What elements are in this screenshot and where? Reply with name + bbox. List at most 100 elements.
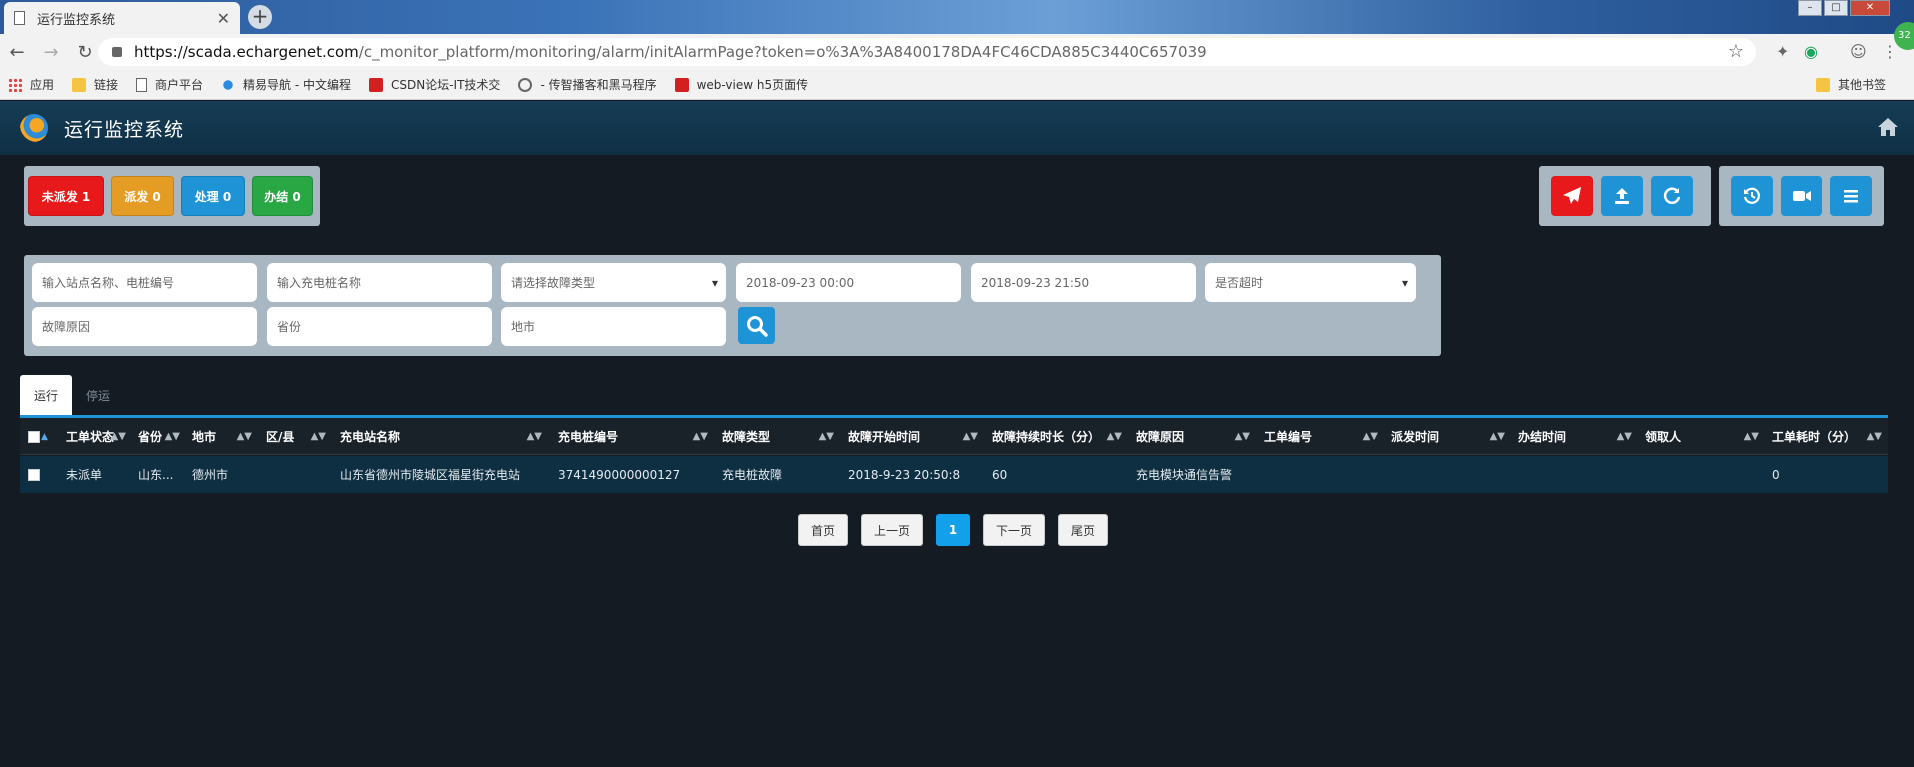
back-icon[interactable]: ← [0,42,34,63]
video-camera-icon [1792,191,1811,201]
apps-grid-icon [8,77,22,92]
cell-status: 未派单 [66,468,103,482]
profile-badge[interactable]: 32 [1894,22,1914,50]
fault-reason-input[interactable]: 故障原因 [32,307,257,346]
app-logo-icon [20,114,48,142]
window-controls: – □ ✕ [1798,0,1890,16]
cell-station: 山东省德州市陵城区福星街充电站 [340,468,521,482]
row-checkbox[interactable] [28,456,40,493]
close-tab-icon[interactable]: ✕ [217,9,230,28]
cell-cost: 0 [1772,467,1780,482]
first-page-button[interactable]: 首页 [798,514,849,546]
bookmark-webview[interactable]: web-view h5页面传 [674,76,808,93]
app-header: 运行监控系统 [0,101,1914,155]
column-header[interactable]: 派发时间 ▲▼ [1391,418,1505,455]
pagination: 首页 上一页 1 下一页 尾页 [798,514,1109,546]
search-button[interactable] [738,307,775,344]
bookmark-links[interactable]: 链接 [72,76,118,93]
column-header[interactable]: 故障类型 ▲▼ [722,418,834,455]
tab-running[interactable]: 运行 [20,375,73,415]
sort-icon: ▲▼ [164,431,180,442]
column-header[interactable]: 地市 ▲▼ [192,418,252,455]
end-time-input[interactable]: 2018-09-23 21:50 [971,263,1196,302]
cell-duration: 60 [992,467,1008,482]
forward-icon[interactable]: → [34,42,68,63]
closed-button[interactable]: 办结 0 [252,176,313,216]
sort-icon: ▲▼ [818,431,834,442]
profile-icon[interactable]: ☺ [1850,42,1867,61]
undispatched-button[interactable]: 未派发 1 [28,176,104,216]
column-header[interactable]: 充电站名称 ▲▼ [340,418,542,455]
video-button[interactable] [1780,176,1823,216]
home-icon[interactable] [1876,115,1900,139]
url-host: https://scada.echargenet.com [134,43,359,61]
status-panel: 未派发 1 派发 0 处理 0 办结 0 [24,166,320,226]
page-1-button[interactable]: 1 [936,514,971,546]
bookmark-star-icon[interactable]: ☆ [1728,41,1744,62]
upload-button[interactable] [1601,176,1643,216]
site-icon [221,77,236,92]
pile-name-input[interactable]: 输入充电桩名称 [267,263,492,302]
start-time-input[interactable]: 2018-09-23 00:00 [736,263,961,302]
refresh-button[interactable] [1651,176,1693,216]
tab-stopped[interactable]: 停运 [72,375,124,415]
cell-pile: 3741490000000127 [558,467,681,482]
city-input[interactable]: 地市 [501,307,726,346]
sort-icon: ▲▼ [1362,431,1378,442]
bookmarks-bar: 应用 链接 商户平台 精易导航 - 中文编程 CSDN论坛-IT技术交 - 传智… [0,70,1914,100]
bookmark-csdn[interactable]: CSDN论坛-IT技术交 [369,76,500,93]
bookmark-jingyi[interactable]: 精易导航 - 中文编程 [221,76,351,93]
column-header[interactable]: 充电桩编号 ▲▼ [558,418,708,455]
column-header[interactable]: 工单耗时（分） ▲▼ [1772,418,1882,455]
sort-icon: ▲▼ [1616,431,1632,442]
send-button[interactable] [1551,176,1593,216]
province-input[interactable]: 省份 [267,307,492,346]
column-header[interactable]: 故障开始时间 ▲▼ [848,418,978,455]
timeout-select[interactable]: 是否超时 [1205,263,1416,302]
browser-tab[interactable]: 运行监控系统 ✕ [4,2,240,34]
select-all-checkbox[interactable]: ▲ [28,418,48,455]
column-header[interactable]: 故障原因 ▲▼ [1136,418,1250,455]
station-search-input[interactable]: 输入站点名称、电桩编号 [32,263,257,302]
processing-button[interactable]: 处理 0 [181,176,245,216]
column-header[interactable]: 故障持续时长（分） ▲▼ [992,418,1122,455]
table-row[interactable]: 未派单 山东... 德州市 山东省德州市陵城区福星街充电站 3741490000… [20,456,1888,493]
column-header[interactable]: 省份 ▲▼ [138,418,180,455]
bookmark-apps[interactable]: 应用 [8,76,54,93]
paper-plane-icon [1563,187,1581,204]
cell-reason: 充电模块通信告警 [1136,468,1233,482]
bookmark-other[interactable]: 其他书签 [1815,76,1886,93]
prev-page-button[interactable]: 上一页 [861,514,924,546]
extension-icon[interactable]: ✦ [1776,42,1789,61]
folder-icon [72,77,87,92]
column-header[interactable]: 办结时间 ▲▼ [1518,418,1632,455]
folder-icon [1815,77,1830,92]
url-input[interactable]: https://scada.echargenet.com/c_monitor_p… [98,38,1756,66]
close-window-icon[interactable]: ✕ [1850,0,1890,16]
browser-tab-bar: 运行监控系统 ✕ + – □ ✕ [0,0,1914,34]
bookmark-itcast[interactable]: - 传智播客和黑马程序 [518,76,657,93]
history-button[interactable] [1731,176,1773,216]
list-button[interactable] [1830,176,1873,216]
maximize-icon[interactable]: □ [1824,0,1848,16]
minimize-icon[interactable]: – [1798,0,1822,16]
column-header[interactable]: 工单状态 ▲▼ [66,418,126,455]
lock-icon [112,47,122,57]
reload-icon[interactable]: ↻ [68,42,102,63]
sort-icon: ▲▼ [236,431,252,442]
last-page-button[interactable]: 尾页 [1058,514,1109,546]
dispatched-button[interactable]: 派发 0 [111,176,174,216]
menu-icon[interactable]: ⋮ [1882,42,1898,61]
sort-icon: ▲▼ [310,431,326,442]
next-page-button[interactable]: 下一页 [983,514,1046,546]
action-panel-secondary [1719,166,1884,226]
column-header[interactable]: 区/县 ▲▼ [266,418,326,455]
new-tab-button[interactable]: + [248,5,272,29]
bookmark-merchant[interactable]: 商户平台 [136,76,203,93]
fault-type-select[interactable]: 请选择故障类型 [501,263,726,302]
sort-icon: ▲▼ [1743,431,1759,442]
sort-icon: ▲▼ [1234,431,1250,442]
column-header[interactable]: 工单编号 ▲▼ [1264,418,1378,455]
column-header[interactable]: 领取人 ▲▼ [1645,418,1759,455]
extension-sync-icon[interactable]: ◉ [1804,42,1818,61]
